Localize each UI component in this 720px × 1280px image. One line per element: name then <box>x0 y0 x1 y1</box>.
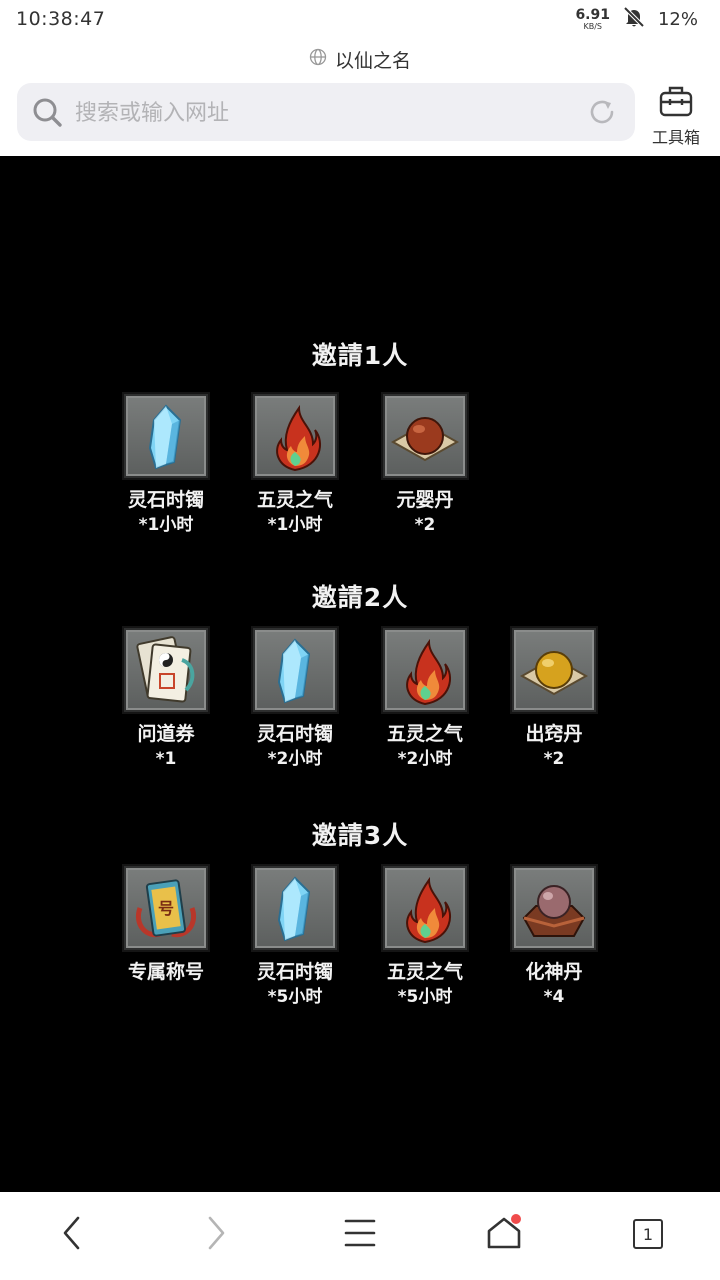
reward-quantity: *2 <box>414 515 436 535</box>
reward-item[interactable]: 灵石时镯 *1小时 <box>101 394 231 538</box>
address-bar[interactable] <box>17 83 635 141</box>
reward-name: 出窍丹 <box>525 723 583 745</box>
reward-name: 化神丹 <box>525 961 583 983</box>
reward-name: 问道券 <box>137 723 195 745</box>
reward-name: 灵石时镯 <box>256 961 333 983</box>
toolbox-button[interactable]: 工具箱 <box>646 84 706 147</box>
reward-item[interactable]: 五灵之气 *1小时 <box>230 394 360 538</box>
tier-title: 邀請1人 <box>311 341 409 370</box>
chevron-left-icon <box>60 1215 84 1255</box>
reward-quantity: *1小时 <box>138 515 194 535</box>
reward-quantity: *1 <box>155 749 177 769</box>
reward-name: 五灵之气 <box>386 961 463 983</box>
reward-item[interactable]: 号 专属称号 <box>101 866 231 984</box>
forward-button[interactable] <box>186 1208 246 1262</box>
page-title: 以仙之名 <box>334 49 411 72</box>
tab-count: 1 <box>633 1219 663 1249</box>
reward-name: 五灵之气 <box>386 723 463 745</box>
reward-name: 灵石时镯 <box>127 489 204 511</box>
crystal-icon <box>253 628 337 712</box>
reward-quantity: *2小时 <box>267 749 323 769</box>
reward-quantity: *5小时 <box>267 987 323 1007</box>
reward-quantity: *4 <box>543 987 565 1007</box>
menu-button[interactable] <box>330 1208 390 1262</box>
tier-title: 邀請2人 <box>311 583 409 612</box>
notification-dot <box>511 1214 521 1224</box>
search-input[interactable] <box>73 91 577 135</box>
reward-item[interactable]: 化神丹 *4 <box>489 866 619 1010</box>
toolbox-icon <box>658 84 694 122</box>
network-speed-unit: KB/S <box>583 21 602 31</box>
reward-name: 元婴丹 <box>396 489 454 511</box>
flame-icon <box>383 628 467 712</box>
reward-name: 灵石时镯 <box>256 723 333 745</box>
reward-item[interactable]: 问道券 *1 <box>101 628 231 772</box>
gold-pill-icon <box>512 628 596 712</box>
page-title-row: 以仙之名 <box>0 44 720 74</box>
chevron-right-icon <box>204 1215 228 1255</box>
flame-icon <box>383 866 467 950</box>
home-button[interactable] <box>474 1208 534 1262</box>
tier-title: 邀請3人 <box>311 821 409 850</box>
crystal-icon <box>253 866 337 950</box>
red-pill-icon <box>383 394 467 478</box>
purple-pill-icon <box>512 866 596 950</box>
menu-icon <box>343 1216 377 1254</box>
svg-text:号: 号 <box>158 899 174 918</box>
bell-muted-icon <box>622 5 646 33</box>
bottom-nav: 1 <box>0 1192 720 1280</box>
crystal-icon <box>124 394 208 478</box>
status-indicators: 6.91 KB/S 12% <box>575 6 698 32</box>
reward-item[interactable]: 五灵之气 *5小时 <box>360 866 490 1010</box>
flame-icon <box>253 394 337 478</box>
refresh-icon[interactable] <box>587 97 617 131</box>
status-time: 10:38:47 <box>16 8 106 30</box>
status-bar: 10:38:47 6.91 KB/S 12% <box>0 0 720 40</box>
title-badge-icon: 号 <box>124 866 208 950</box>
reward-item[interactable]: 五灵之气 *2小时 <box>360 628 490 772</box>
taoist-ticket-icon <box>124 628 208 712</box>
reward-name: 专属称号 <box>127 961 204 983</box>
reward-quantity: *2 <box>543 749 565 769</box>
toolbox-label: 工具箱 <box>651 128 700 147</box>
network-speed: 6.91 KB/S <box>575 8 610 31</box>
back-button[interactable] <box>42 1208 102 1262</box>
reward-quantity: *2小时 <box>397 749 453 769</box>
tabs-button[interactable]: 1 <box>618 1208 678 1262</box>
reward-item[interactable]: 元婴丹 *2 <box>360 394 490 538</box>
reward-quantity: *5小时 <box>397 987 453 1007</box>
reward-quantity: *1小时 <box>267 515 323 535</box>
reward-item[interactable]: 灵石时镯 *2小时 <box>230 628 360 772</box>
invite-rewards-panel: 邀請1人 灵石时镯 *1小时 五灵之气 *1小时 元婴丹 *2 邀請2人 问道券… <box>0 156 720 1192</box>
search-icon <box>32 97 64 133</box>
globe-icon <box>309 48 327 70</box>
battery-level: 12% <box>657 8 698 30</box>
network-speed-value: 6.91 <box>575 6 610 23</box>
reward-item[interactable]: 出窍丹 *2 <box>489 628 619 772</box>
reward-name: 五灵之气 <box>256 489 333 511</box>
reward-item[interactable]: 灵石时镯 *5小时 <box>230 866 360 1010</box>
